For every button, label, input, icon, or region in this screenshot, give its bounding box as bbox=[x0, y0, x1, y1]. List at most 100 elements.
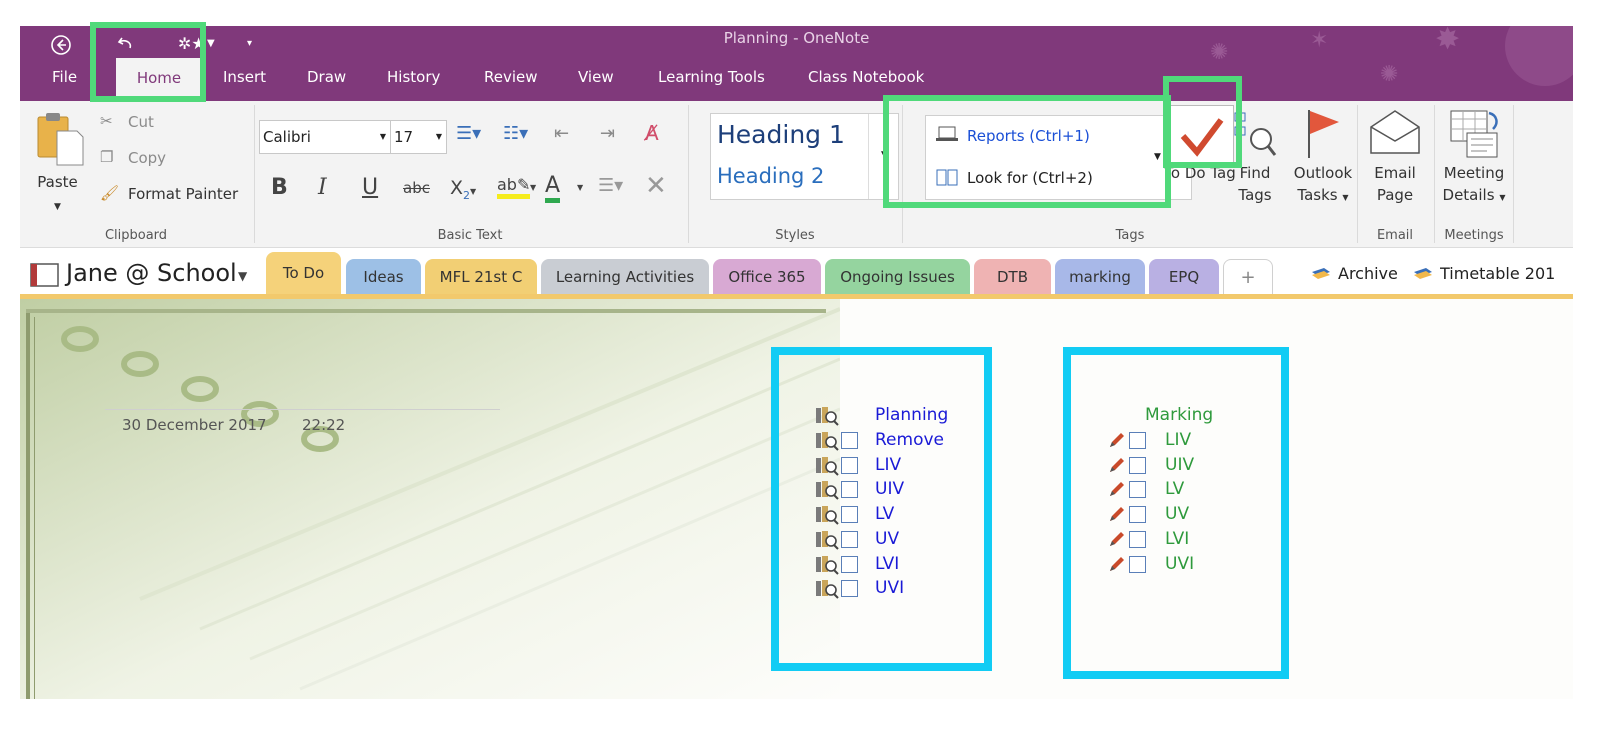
bold-icon[interactable]: B bbox=[271, 175, 288, 200]
copy-icon: ❐ bbox=[100, 148, 114, 166]
section-group-icon bbox=[1310, 265, 1332, 284]
notebook-bar: Jane @ School ▼ To Do Ideas MFL 21st C L… bbox=[20, 249, 1573, 296]
chevron-down-icon[interactable]: ▼ bbox=[577, 183, 583, 192]
chevron-down-icon: ▼ bbox=[1499, 193, 1506, 202]
section-tab-learning-activities[interactable]: Learning Activities bbox=[541, 259, 709, 294]
section-tab-marking[interactable]: marking bbox=[1055, 259, 1145, 294]
bullets-icon[interactable]: ☰▾ bbox=[456, 123, 481, 144]
chevron-down-icon[interactable]: ▼ bbox=[530, 183, 536, 192]
crab-decoration-icon: ✺ bbox=[1210, 40, 1229, 65]
meeting-details-button[interactable]: Meeting Details ▼ bbox=[1437, 162, 1511, 209]
page-background-image bbox=[20, 299, 840, 699]
clear-formatting-icon[interactable]: A̸ bbox=[645, 121, 659, 145]
section-tab-to-do[interactable]: To Do bbox=[266, 252, 341, 294]
section-tab-ideas[interactable]: Ideas bbox=[346, 259, 421, 294]
highlight-frame-planning bbox=[771, 347, 992, 671]
outlook-tasks-button[interactable]: Outlook Tasks ▼ bbox=[1288, 162, 1358, 209]
group-separator bbox=[1513, 105, 1514, 243]
font-name-value: Calibri bbox=[263, 128, 311, 146]
group-separator bbox=[254, 105, 255, 243]
section-group-archive[interactable]: Archive bbox=[1338, 264, 1398, 283]
decrease-indent-icon[interactable]: ⇤ bbox=[554, 123, 569, 144]
highlight-icon[interactable]: ab✎ bbox=[497, 175, 531, 199]
window-title: Planning - OneNote bbox=[723, 29, 870, 47]
bubble-decoration-icon: ✺ bbox=[1380, 62, 1399, 87]
flag-icon[interactable] bbox=[1303, 108, 1343, 164]
tab-draw[interactable]: Draw bbox=[307, 68, 346, 86]
meeting-details-icon[interactable] bbox=[1447, 107, 1503, 163]
page-date: 30 December 2017 bbox=[122, 416, 267, 434]
highlight-frame-tags bbox=[883, 95, 1171, 208]
tab-review[interactable]: Review bbox=[484, 68, 538, 86]
notebook-dropdown-icon[interactable]: ▼ bbox=[238, 269, 247, 283]
meeting-details-label: Meeting Details bbox=[1442, 164, 1505, 204]
increase-indent-icon[interactable]: ⇥ bbox=[600, 123, 615, 144]
chevron-down-icon: ▼ bbox=[435, 132, 442, 141]
font-name-select[interactable]: Calibri ▼ bbox=[259, 120, 391, 154]
chevron-down-icon: ▼ bbox=[1342, 193, 1349, 202]
font-color-icon[interactable]: A bbox=[545, 173, 561, 203]
section-group-icon bbox=[1412, 265, 1434, 284]
section-tab-office-365[interactable]: Office 365 bbox=[713, 259, 821, 294]
tab-view[interactable]: View bbox=[578, 68, 614, 86]
envelope-icon[interactable] bbox=[1369, 109, 1421, 159]
align-icon[interactable]: ☰▾ bbox=[598, 175, 623, 196]
group-separator bbox=[1434, 105, 1435, 243]
basic-text-group-label: Basic Text bbox=[437, 228, 503, 243]
tab-file[interactable]: File bbox=[52, 68, 77, 86]
ribbon: Paste ▼ ✂ Cut ❐ Copy 🖌 Format Painter Cli… bbox=[20, 101, 1573, 248]
strikethrough-icon[interactable]: abc bbox=[403, 179, 430, 197]
underline-icon[interactable]: U bbox=[362, 175, 378, 200]
numbering-icon[interactable]: ☷▾ bbox=[503, 123, 528, 144]
font-size-select[interactable]: 17 ▼ bbox=[390, 120, 447, 154]
paste-label: Paste bbox=[37, 173, 78, 191]
notebook-name[interactable]: Jane @ School bbox=[66, 259, 237, 287]
page-title-line bbox=[105, 409, 500, 410]
section-tab-epq[interactable]: EPQ bbox=[1149, 259, 1219, 294]
section-tab-mfl-21st-c[interactable]: MFL 21st C bbox=[425, 259, 537, 294]
tab-learning-tools[interactable]: Learning Tools bbox=[658, 68, 765, 86]
format-painter-button[interactable]: Format Painter bbox=[128, 185, 238, 203]
paste-button[interactable]: Paste ▼ bbox=[30, 171, 85, 218]
clipboard-group-label: Clipboard bbox=[104, 228, 168, 243]
ribbon-decoration bbox=[1505, 26, 1573, 86]
styles-group-label: Styles bbox=[775, 228, 815, 243]
group-separator bbox=[1357, 105, 1358, 243]
highlight-frame-home bbox=[90, 22, 206, 102]
meetings-group-label: Meetings bbox=[1444, 228, 1504, 243]
style-heading-2[interactable]: Heading 2 bbox=[717, 164, 824, 188]
gallery-separator bbox=[868, 114, 869, 199]
section-tab-dtb[interactable]: DTB bbox=[974, 259, 1051, 294]
italic-icon[interactable]: I bbox=[318, 175, 327, 200]
email-page-button[interactable]: Email Page bbox=[1360, 162, 1430, 206]
cut-button[interactable]: Cut bbox=[128, 113, 154, 131]
group-separator bbox=[688, 105, 689, 243]
font-size-value: 17 bbox=[394, 128, 414, 146]
tags-group-label: Tags bbox=[1115, 228, 1145, 243]
chevron-down-icon: ▼ bbox=[379, 132, 386, 141]
starfish-decoration-icon: ✶ bbox=[1310, 28, 1329, 53]
page-top-border bbox=[26, 309, 826, 313]
page-left-border-inner bbox=[34, 317, 35, 699]
style-heading-1[interactable]: Heading 1 bbox=[717, 120, 845, 149]
section-group-timetable[interactable]: Timetable 201 bbox=[1440, 264, 1572, 283]
tab-class-notebook[interactable]: Class Notebook bbox=[808, 68, 924, 86]
styles-gallery: Heading 1 Heading 2 ▼ bbox=[710, 113, 899, 200]
highlight-frame-todo bbox=[1163, 76, 1242, 168]
title-bar: ✲★ ▼ ▾ Planning - OneNote ✺ ✶ ✺ ✸ File H… bbox=[20, 26, 1573, 101]
highlight-frame-marking bbox=[1063, 347, 1289, 679]
scissors-icon: ✂ bbox=[100, 112, 113, 130]
page-time: 22:22 bbox=[302, 416, 346, 434]
chevron-down-icon: ▼ bbox=[54, 202, 61, 212]
tab-history[interactable]: History bbox=[387, 68, 440, 86]
subscript-icon[interactable]: X2▼ bbox=[450, 177, 476, 202]
paintbrush-icon: 🖌 bbox=[100, 184, 120, 202]
find-tags-button[interactable]: Find Tags bbox=[1230, 162, 1280, 206]
paste-icon[interactable] bbox=[35, 111, 85, 171]
section-tab-ongoing-issues[interactable]: Ongoing Issues bbox=[825, 259, 970, 294]
copy-button[interactable]: Copy bbox=[128, 149, 166, 167]
tab-insert[interactable]: Insert bbox=[223, 68, 266, 86]
crab-decoration-icon: ✸ bbox=[1435, 26, 1461, 57]
clear-icon[interactable]: ✕ bbox=[645, 171, 667, 201]
add-section-button[interactable]: + bbox=[1223, 259, 1273, 295]
